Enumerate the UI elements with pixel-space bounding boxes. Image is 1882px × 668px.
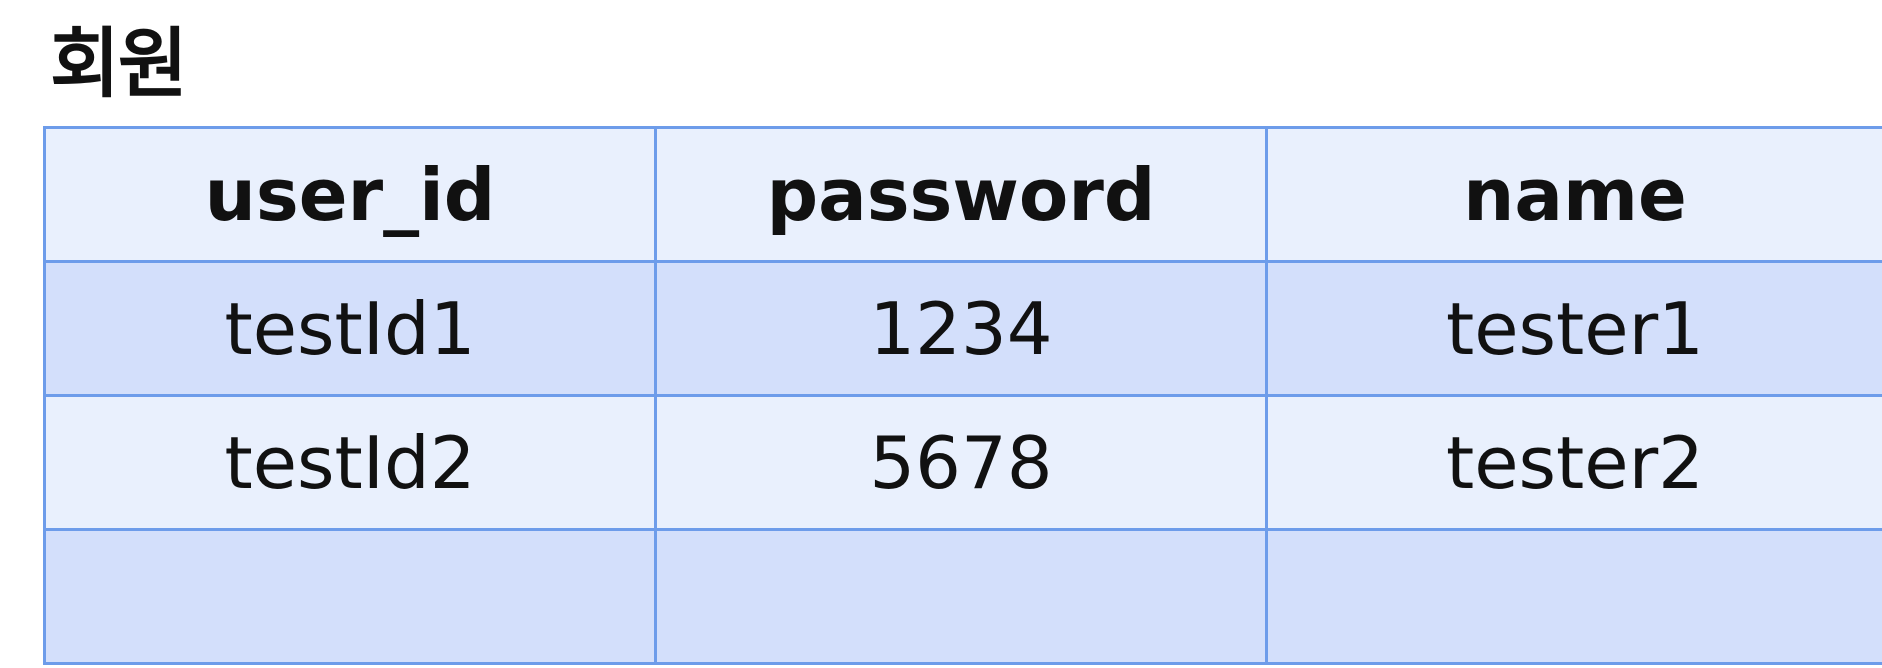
- members-table: user_id password name testId1 1234 teste…: [43, 126, 1882, 665]
- cell-name: tester1: [1265, 260, 1882, 397]
- page-title: 회원: [50, 19, 188, 108]
- column-header-password: password: [654, 126, 1268, 263]
- column-header-user-id: user_id: [43, 126, 657, 263]
- cell-name: [1265, 528, 1882, 665]
- cell-password: [654, 528, 1268, 665]
- table-row: testId2 5678 tester2: [43, 394, 1882, 531]
- table-header-row: user_id password name: [43, 126, 1882, 263]
- table-row: testId1 1234 tester1: [43, 260, 1882, 397]
- cell-name: tester2: [1265, 394, 1882, 531]
- column-header-name: name: [1265, 126, 1882, 263]
- cell-password: 1234: [654, 260, 1268, 397]
- cell-user-id: testId2: [43, 394, 657, 531]
- cell-password: 5678: [654, 394, 1268, 531]
- cell-user-id: [43, 528, 657, 665]
- table-row-empty: [43, 528, 1882, 665]
- cell-user-id: testId1: [43, 260, 657, 397]
